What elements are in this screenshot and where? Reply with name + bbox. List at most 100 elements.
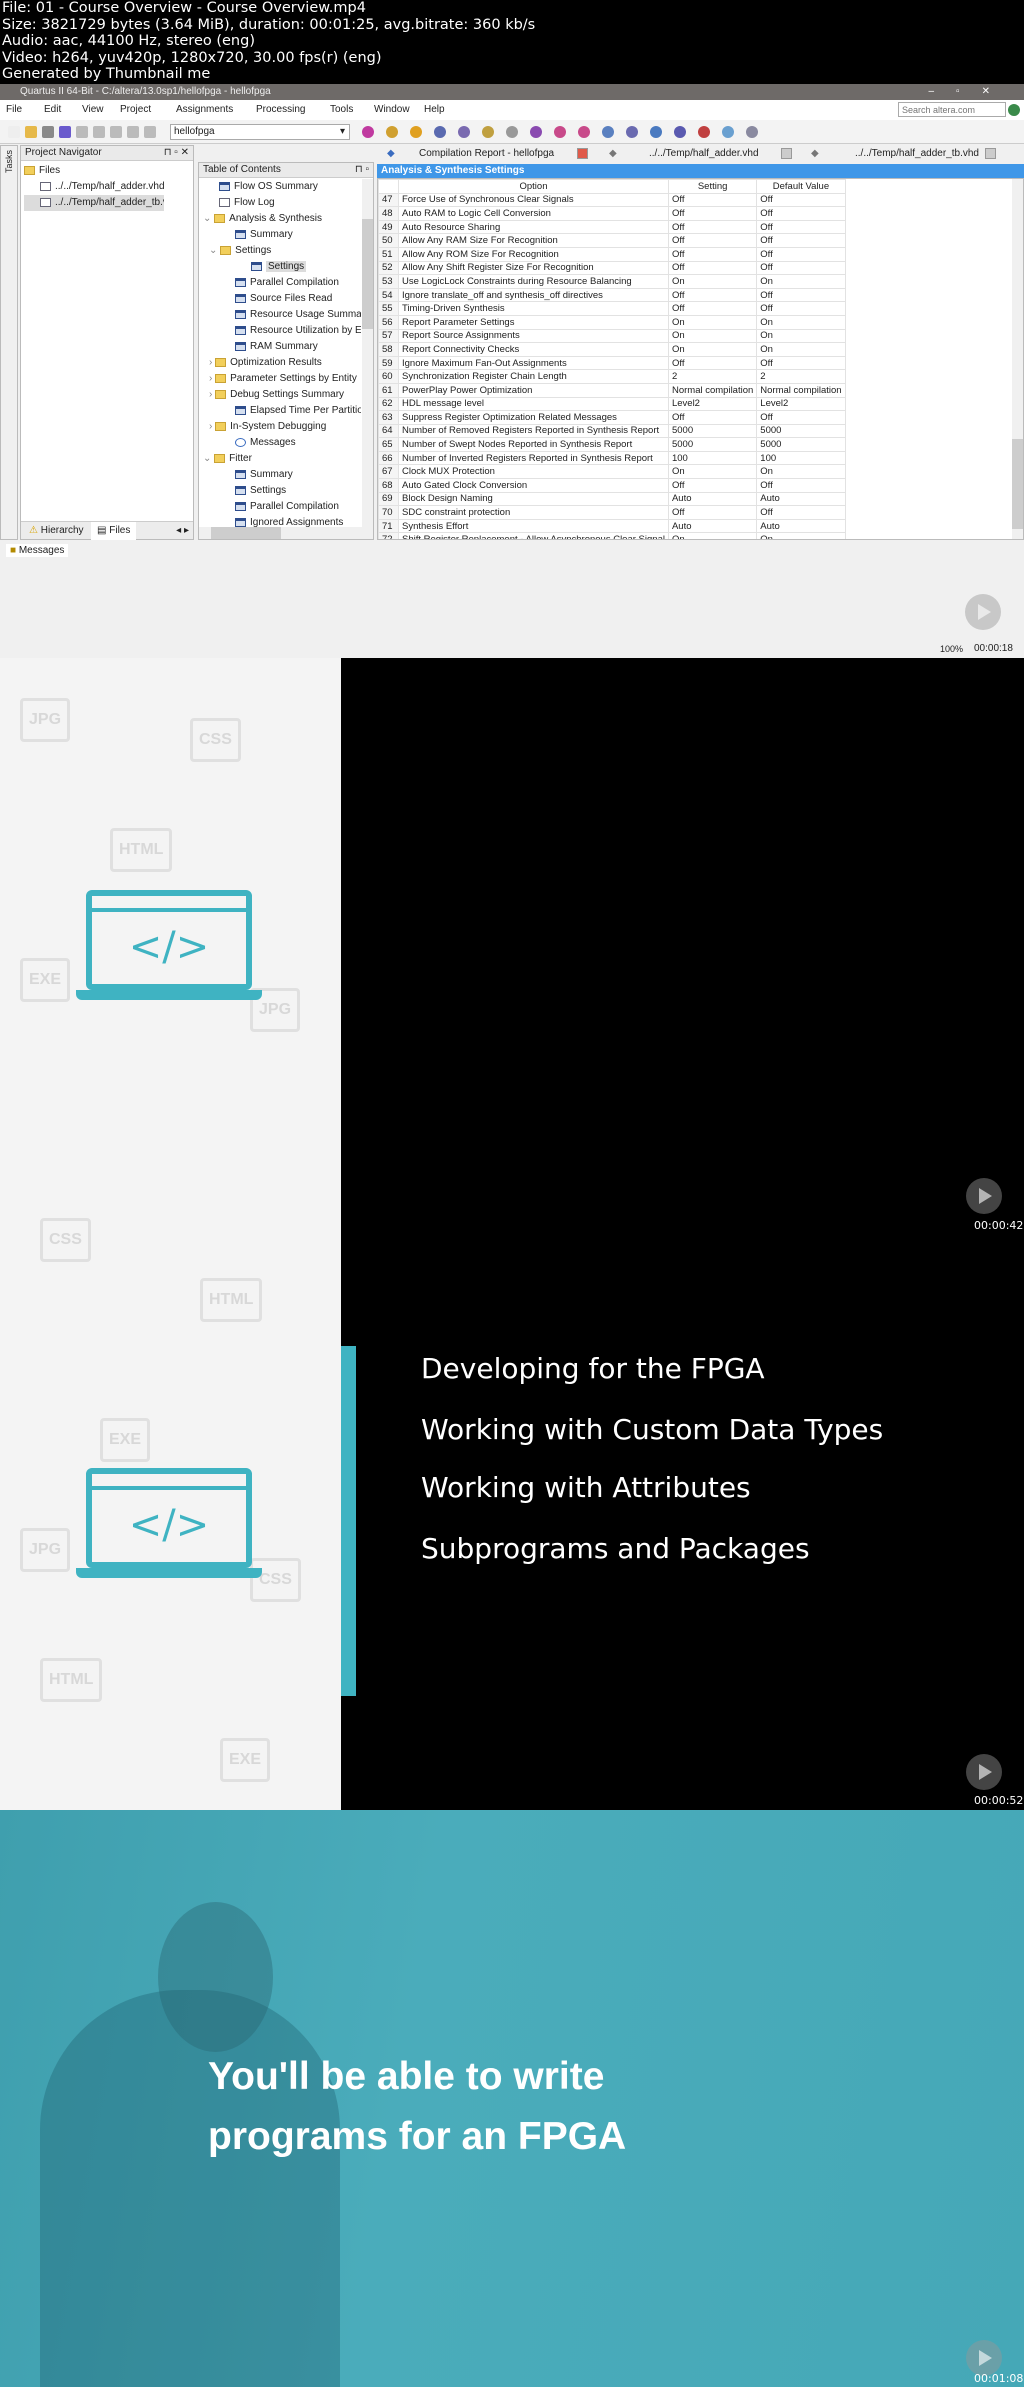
tab-scroll-arrows[interactable]: ◂ ▸: [176, 522, 189, 540]
toolbar-button-icon[interactable]: [8, 126, 20, 138]
toolbar-button-icon[interactable]: [434, 126, 446, 138]
toolbar-button-icon[interactable]: [386, 126, 398, 138]
table-row[interactable]: 56 Report Parameter Settings On On: [378, 314, 846, 330]
file-item[interactable]: ../../Temp/half_adder.vhd: [55, 181, 165, 192]
toolbar-button-icon[interactable]: [76, 126, 88, 138]
toolbar-button-icon[interactable]: [554, 126, 566, 138]
toolbar-button-icon[interactable]: [362, 126, 374, 138]
collapse-chevron-icon[interactable]: ⌄: [203, 453, 214, 464]
menu-edit[interactable]: Edit: [44, 104, 61, 115]
toc-scrollbar[interactable]: [362, 179, 373, 528]
table-row[interactable]: 69 Block Design Naming Auto Auto: [378, 491, 846, 507]
toolbar-button-icon[interactable]: [127, 126, 139, 138]
play-icon[interactable]: [966, 1178, 1002, 1214]
table-row[interactable]: 51 Allow Any ROM Size For Recognition Off O…: [378, 246, 846, 262]
toolbar-button-icon[interactable]: [626, 126, 638, 138]
toolbar-button-icon[interactable]: [698, 126, 710, 138]
tasks-label[interactable]: Tasks: [4, 150, 14, 173]
pane-controls[interactable]: ⊓ ▫ ✕: [164, 146, 189, 160]
menu-processing[interactable]: Processing: [256, 104, 305, 115]
menu-file[interactable]: File: [6, 104, 22, 115]
menu-assignments[interactable]: Assignments: [176, 104, 233, 115]
toc-item[interactable]: › Optimization Results: [203, 355, 361, 371]
tab-half-adder-tb[interactable]: ../../Temp/half_adder_tb.vhd: [855, 148, 979, 159]
toc-item[interactable]: Flow OS Summary: [203, 179, 361, 195]
tab-files[interactable]: ▤ Files: [91, 522, 137, 540]
table-row[interactable]: 47 Force Use of Synchronous Clear Signals…: [378, 192, 846, 208]
toolbar-button-icon[interactable]: [722, 126, 734, 138]
toc-item[interactable]: Summary: [203, 227, 361, 243]
file-item[interactable]: ../../Temp/half_adder_tb.vhd: [55, 197, 164, 208]
toc-item[interactable]: › In-System Debugging: [203, 419, 361, 435]
tab-compilation-report[interactable]: Compilation Report - hellofpga: [419, 148, 554, 159]
toolbar-button-icon[interactable]: [506, 126, 518, 138]
menu-tools[interactable]: Tools: [330, 104, 353, 115]
play-icon[interactable]: [966, 2340, 1002, 2376]
table-row[interactable]: 50 Allow Any RAM Size For Recognition Off O…: [378, 233, 846, 248]
table-row[interactable]: 62 HDL message level Level2 Level2: [378, 396, 846, 412]
tab-half-adder[interactable]: ../../Temp/half_adder.vhd: [649, 148, 759, 159]
toolbar-button-icon[interactable]: [25, 126, 37, 138]
play-icon[interactable]: [965, 594, 1001, 630]
table-row[interactable]: 72 Shift Register Replacement - Allow Asy…: [378, 532, 846, 539]
toolbar-button-icon[interactable]: [578, 126, 590, 138]
table-row[interactable]: 55 Timing-Driven Synthesis Off Off: [378, 301, 846, 316]
toc-item[interactable]: ⌄ Analysis & Synthesis: [203, 211, 361, 227]
col-default[interactable]: Default Value: [756, 179, 846, 194]
toolbar-button-icon[interactable]: [458, 126, 470, 138]
toc-item[interactable]: ⌄ Settings: [203, 243, 361, 259]
table-row[interactable]: 67 Clock MUX Protection On On: [378, 464, 846, 480]
close-tab-icon[interactable]: [577, 148, 588, 159]
toolbar-button-icon[interactable]: [674, 126, 686, 138]
toc-item[interactable]: Parallel Compilation: [203, 275, 361, 291]
project-combo[interactable]: hellofpga: [170, 124, 350, 140]
toolbar-button-icon[interactable]: [530, 126, 542, 138]
toc-item[interactable]: Summary: [203, 467, 361, 483]
toolbar-button-icon[interactable]: [42, 126, 54, 138]
menu-help[interactable]: Help: [424, 104, 445, 115]
toc-h-scrollbar[interactable]: [199, 527, 373, 539]
report-scrollbar[interactable]: [1012, 179, 1023, 539]
table-row[interactable]: 59 Ignore Maximum Fan-Out Assignments Off O…: [378, 355, 846, 371]
toc-item[interactable]: Flow Log: [203, 195, 361, 211]
messages-tab[interactable]: ■ Messages: [6, 544, 69, 557]
toolbar-button-icon[interactable]: [144, 126, 156, 138]
collapse-chevron-icon[interactable]: ⌄: [203, 213, 214, 224]
toc-item[interactable]: Settings: [203, 259, 361, 275]
search-input[interactable]: [898, 102, 1006, 117]
table-row[interactable]: 53 Use LogicLock Constraints during Resou…: [378, 274, 846, 289]
toolbar-button-icon[interactable]: [482, 126, 494, 138]
pane-controls[interactable]: ⊓ ▫: [355, 163, 369, 177]
globe-icon[interactable]: [1008, 104, 1020, 116]
table-row[interactable]: 64 Number of Removed Registers Reported i…: [378, 423, 846, 439]
table-row[interactable]: 61 PowerPlay Power Optimization Normal com…: [378, 382, 846, 398]
table-row[interactable]: 57 Report Source Assignments On On: [378, 328, 846, 344]
table-row[interactable]: 66 Number of Inverted Registers Reported …: [378, 450, 846, 466]
table-row[interactable]: 65 Number of Swept Nodes Reported in Synt…: [378, 437, 846, 452]
toolbar-button-icon[interactable]: [59, 126, 71, 138]
table-row[interactable]: 63 Suppress Register Optimization Related…: [378, 410, 846, 425]
col-option[interactable]: Option: [398, 179, 669, 194]
close-tab-icon[interactable]: [985, 148, 996, 159]
tab-hierarchy[interactable]: ⚠ Hierarchy: [29, 522, 84, 540]
toc-item[interactable]: › Debug Settings Summary: [203, 387, 361, 403]
table-row[interactable]: 48 Auto RAM to Logic Cell Conversion Off Of…: [378, 206, 846, 221]
toc-item[interactable]: Parallel Compilation: [203, 499, 361, 515]
table-row[interactable]: 68 Auto Gated Clock Conversion Off Off: [378, 478, 846, 493]
table-row[interactable]: 49 Auto Resource Sharing Off Off: [378, 219, 846, 235]
play-icon[interactable]: [966, 1754, 1002, 1790]
toc-item[interactable]: ⌄ Fitter: [203, 451, 361, 467]
toolbar-button-icon[interactable]: [410, 126, 422, 138]
table-row[interactable]: 71 Synthesis Effort Auto Auto: [378, 518, 846, 534]
table-row[interactable]: 52 Allow Any Shift Register Size For Reco…: [378, 260, 846, 276]
table-row[interactable]: 70 SDC constraint protection Off Off: [378, 505, 846, 520]
menu-project[interactable]: Project: [120, 104, 151, 115]
toolbar-button-icon[interactable]: [93, 126, 105, 138]
toc-item[interactable]: Elapsed Time Per Partition: [203, 403, 361, 419]
table-row[interactable]: 58 Report Connectivity Checks On On: [378, 342, 846, 357]
menu-view[interactable]: View: [82, 104, 104, 115]
toc-item[interactable]: Ignored Assignments: [203, 515, 361, 527]
toc-item[interactable]: Messages: [203, 435, 361, 451]
toolbar-button-icon[interactable]: [110, 126, 122, 138]
table-row[interactable]: 60 Synchronization Register Chain Length 2…: [378, 369, 846, 384]
